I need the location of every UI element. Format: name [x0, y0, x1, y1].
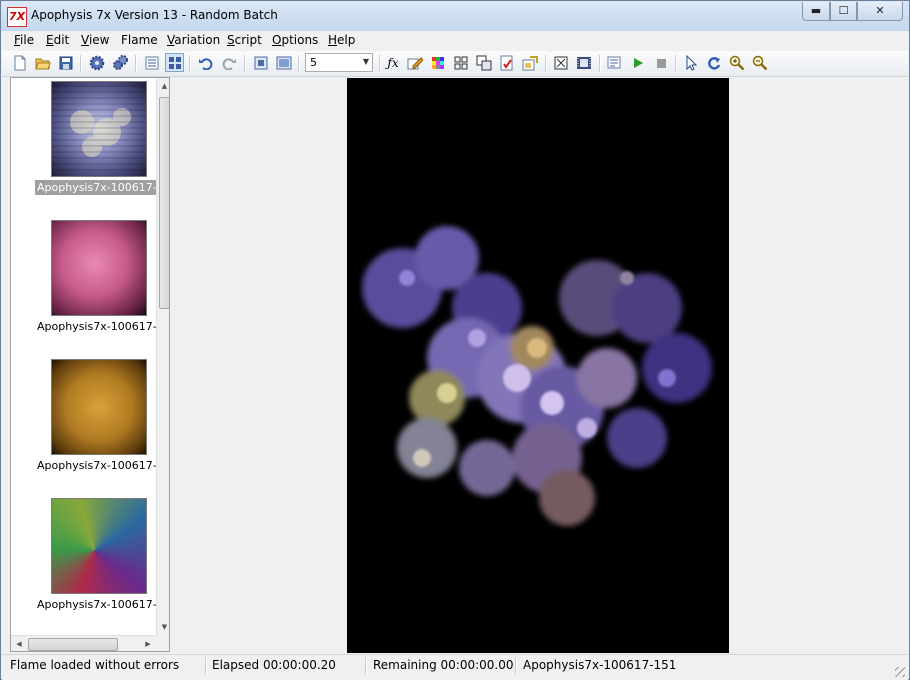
scroll-up-icon[interactable]: ▲ — [157, 78, 169, 94]
scrollbar-thumb[interactable] — [28, 638, 118, 651]
rotate-icon[interactable] — [706, 55, 722, 71]
status-flame-name: Apophysis7x-100617-151 — [523, 658, 677, 672]
film-icon[interactable] — [576, 55, 592, 71]
main-preview-area — [177, 77, 906, 653]
toolbar-separator — [80, 55, 82, 72]
horizontal-scrollbar[interactable]: ◀ ▶ — [11, 635, 156, 651]
toolbar-separator — [545, 55, 547, 72]
new-file-icon[interactable] — [12, 55, 28, 71]
flame-thumbnail[interactable] — [51, 220, 147, 316]
menu-script[interactable]: Script — [227, 33, 262, 47]
stop-icon[interactable] — [653, 55, 669, 71]
play-icon[interactable] — [630, 55, 646, 71]
minimize-button[interactable]: ▬ — [802, 2, 830, 21]
scroll-down-icon[interactable]: ▼ — [157, 619, 169, 635]
menu-flame[interactable]: Flame — [121, 33, 158, 47]
scroll-left-icon[interactable]: ◀ — [11, 636, 27, 651]
flame-preview[interactable] — [347, 78, 729, 653]
zoom-out-icon[interactable] — [752, 55, 768, 71]
menu-file[interactable]: File — [14, 33, 34, 47]
menu-bar: File Edit View Flame Variation Script Op… — [2, 31, 908, 51]
zoom-in-icon[interactable] — [729, 55, 745, 71]
scroll-right-icon[interactable]: ▶ — [140, 636, 156, 651]
status-elapsed: Elapsed 00:00:00.20 — [212, 658, 336, 672]
preview-icon[interactable] — [276, 55, 292, 71]
redo-icon[interactable] — [221, 55, 237, 71]
adjust-icon[interactable] — [476, 55, 492, 71]
toolbar-separator — [675, 55, 677, 72]
status-divider — [365, 657, 367, 674]
flame-thumbnail[interactable] — [51, 359, 147, 455]
options-icon[interactable] — [499, 55, 515, 71]
toolbar-separator — [599, 55, 601, 72]
script-icon[interactable] — [607, 55, 623, 71]
toolbar-separator — [298, 55, 300, 72]
quality-select[interactable]: 5 ▼ — [305, 53, 373, 72]
scrollbar-thumb[interactable] — [159, 97, 169, 309]
transform-select-icon[interactable] — [553, 55, 569, 71]
export-icon[interactable] — [522, 55, 538, 71]
thumbnail-label: Apophysis7x-100617-15 — [35, 180, 169, 195]
resize-grip-icon[interactable] — [895, 667, 905, 677]
flame-thumbnail[interactable] — [51, 81, 147, 177]
toolbar-separator — [244, 55, 246, 72]
status-bar: Flame loaded without errors Elapsed 00:0… — [2, 654, 908, 680]
app-window: 7X Apophysis 7x Version 13 - Random Batc… — [0, 0, 910, 680]
menu-options[interactable]: Options — [272, 33, 318, 47]
status-divider — [205, 657, 207, 674]
edit-icon[interactable] — [407, 55, 423, 71]
full-screen-icon[interactable] — [253, 55, 269, 71]
vertical-scrollbar[interactable]: ▲ ▼ — [156, 78, 169, 635]
chevron-down-icon[interactable]: ▼ — [363, 57, 369, 66]
flame-thumbnail[interactable] — [51, 498, 147, 594]
toolbar-separator — [135, 55, 137, 72]
menu-edit[interactable]: Edit — [46, 33, 69, 47]
menu-help[interactable]: Help — [328, 33, 355, 47]
thumbnail-label: Apophysis7x-100617-15 — [37, 598, 170, 611]
toolbar-separator — [379, 55, 381, 72]
thumbnail-label: Apophysis7x-100617-15 — [37, 320, 170, 333]
status-message: Flame loaded without errors — [10, 658, 180, 672]
undo-icon[interactable] — [198, 55, 214, 71]
save-disk-icon[interactable] — [58, 55, 74, 71]
render-all-gear-icon[interactable] — [112, 55, 128, 71]
batch-list[interactable]: Apophysis7x-100617-15 Apophysis7x-100617… — [10, 77, 170, 652]
status-remaining: Remaining 00:00:00.00 — [373, 658, 514, 672]
toolbar: 5 ▼ ƒx — [2, 51, 908, 77]
open-folder-icon[interactable] — [35, 55, 51, 71]
toolbar-separator — [189, 55, 191, 72]
quality-value: 5 — [310, 56, 317, 69]
menu-view[interactable]: View — [81, 33, 109, 47]
window-title: Apophysis 7x Version 13 - Random Batch — [31, 8, 278, 22]
maximize-button[interactable]: ☐ — [830, 2, 857, 21]
flame-thumbnail-art — [52, 85, 146, 171]
gradient-icon[interactable] — [430, 55, 446, 71]
app-logo-icon[interactable]: 7X — [7, 7, 27, 27]
pointer-icon[interactable] — [683, 55, 699, 71]
render-gear-icon[interactable] — [89, 55, 105, 71]
mutate-icon[interactable] — [453, 55, 469, 71]
formula-icon[interactable]: ƒx — [385, 55, 401, 71]
menu-variation[interactable]: Variation — [167, 33, 220, 47]
title-bar[interactable]: 7X Apophysis 7x Version 13 - Random Batc… — [1, 1, 909, 31]
status-divider — [515, 657, 517, 674]
thumbnail-label: Apophysis7x-100617-15 — [37, 459, 170, 472]
fractal-flame-render — [362, 226, 712, 526]
list-view-icon[interactable] — [144, 55, 160, 71]
close-button[interactable]: ✕ — [857, 2, 903, 21]
icon-view-icon[interactable] — [165, 53, 184, 72]
scrollbar-corner — [156, 635, 169, 651]
